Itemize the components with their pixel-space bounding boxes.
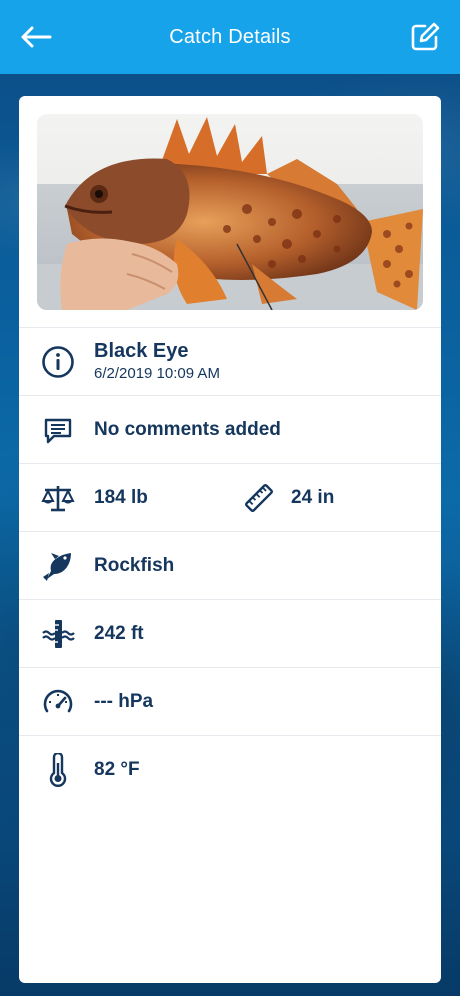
temperature-row: 82 °F	[19, 735, 441, 803]
edit-icon	[411, 22, 440, 51]
catch-card: Black Eye 6/2/2019 10:09 AM No comments …	[19, 96, 441, 983]
thermometer-icon	[41, 752, 75, 787]
depth-row: 242 ft	[19, 599, 441, 667]
catch-photo[interactable]	[37, 114, 423, 310]
catch-datetime: 6/2/2019 10:09 AM	[94, 365, 220, 382]
arrow-left-icon	[21, 26, 52, 48]
temperature-value: 82 °F	[94, 758, 140, 780]
comments-row: No comments added	[19, 395, 441, 463]
gauge-icon	[41, 685, 75, 719]
depth-icon	[41, 617, 75, 651]
pressure-row: --- hPa	[19, 667, 441, 735]
pressure-value: --- hPa	[94, 690, 154, 712]
species-row: Rockfish	[19, 531, 441, 599]
length-value: 24 in	[291, 486, 335, 508]
fish-icon	[41, 549, 75, 583]
scale-icon	[41, 481, 75, 515]
edit-button[interactable]	[408, 20, 442, 54]
species-value: Rockfish	[94, 554, 175, 576]
species-info-row: Black Eye 6/2/2019 10:09 AM	[19, 327, 441, 395]
comments-text: No comments added	[94, 418, 281, 440]
weight-value: 184 lb	[94, 486, 148, 508]
page-title: Catch Details	[169, 25, 291, 48]
comment-icon	[41, 413, 75, 447]
depth-value: 242 ft	[94, 622, 144, 644]
measurements-row: 184 lb 24 in	[19, 463, 441, 531]
top-bar: Catch Details	[0, 0, 460, 74]
ruler-icon	[243, 482, 275, 514]
info-icon	[41, 345, 75, 379]
catch-details-list: Black Eye 6/2/2019 10:09 AM No comments …	[19, 327, 441, 803]
catch-name: Black Eye	[94, 340, 189, 362]
back-button[interactable]	[18, 22, 54, 52]
